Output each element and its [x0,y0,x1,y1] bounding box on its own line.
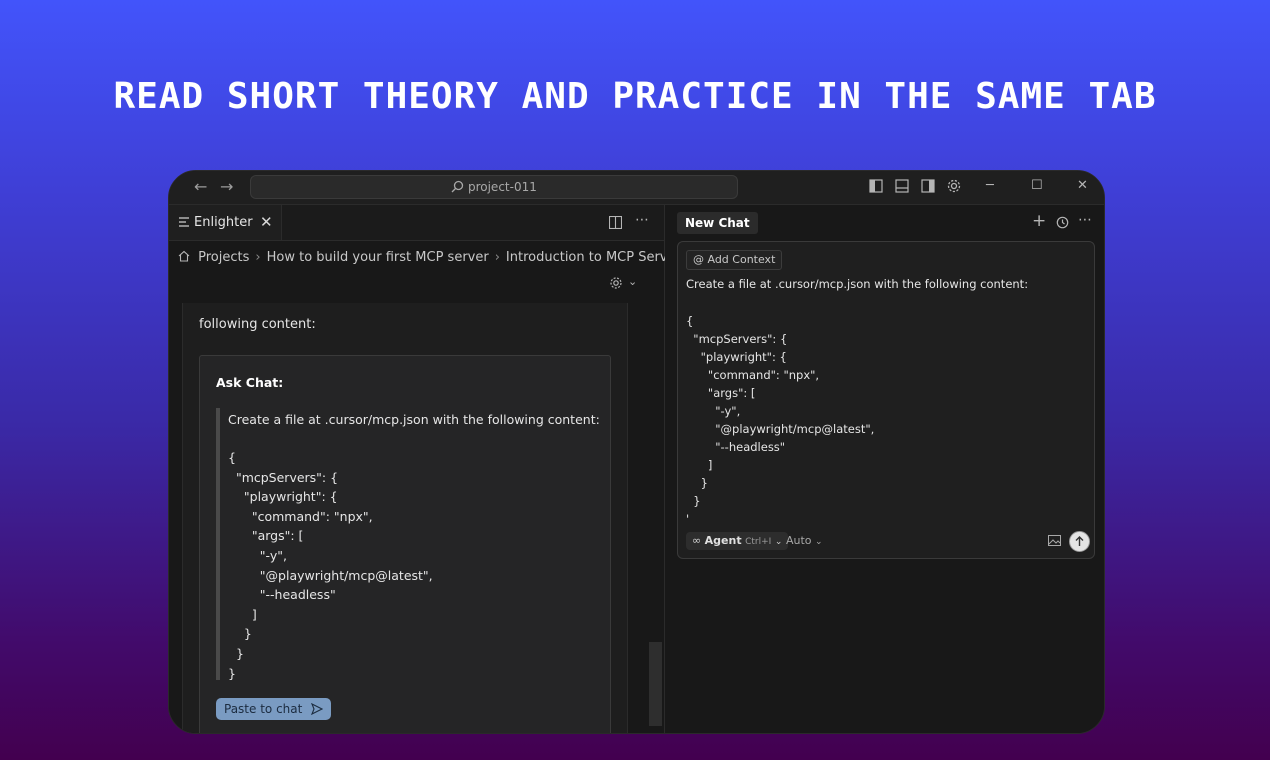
card-title: Ask Chat: [216,375,284,390]
arrow-left-icon[interactable]: ← [194,177,207,196]
chat-code: { "mcpServers": { "playwright": { "comma… [686,314,875,526]
add-context-button[interactable]: @ Add Context [686,250,783,270]
scrollbar[interactable] [649,642,662,726]
breadcrumb: Projects › How to build your first MCP ser… [178,250,688,265]
maximize-icon[interactable]: ☐ [1031,178,1043,193]
quote-bar [216,408,220,680]
paste-to-chat-button[interactable]: Paste to chat [216,698,332,720]
document-view: following content: Ask Chat: Create a fi… [182,303,628,733]
minimize-icon[interactable]: ─ [986,178,994,193]
gear-icon[interactable] [946,178,962,194]
send-icon [311,702,324,716]
chevron-down-icon: ⌄ [774,537,783,547]
more-actions-icon[interactable]: ⋯ [635,212,649,228]
close-window-icon[interactable]: ✕ [1077,178,1088,193]
chat-pane: New Chat + ⋯ @ Add Context Create a file… [665,205,1104,733]
search-text: project-011 [467,180,537,194]
list-icon [179,217,189,227]
agent-shortcut: Ctrl+I [745,537,772,547]
tab-enlighter[interactable]: Enlighter ✕ [169,205,282,240]
chevron-right-icon: › [494,250,500,265]
toggle-primary-sidebar-icon[interactable] [869,179,883,193]
title-bar: ← → project-011 ─ ☐ ✕ [169,171,1104,205]
app-window: ← → project-011 ─ ☐ ✕ Enlighter ✕ ⋯ Proj… [168,170,1105,734]
page-headline: READ SHORT THEORY AND PRACTICE IN THE SA… [113,76,1157,117]
arrow-right-icon[interactable]: → [220,177,233,196]
command-search[interactable]: project-011 [250,175,738,199]
ask-chat-card: Ask Chat: Create a file at .cursor/mcp.j… [199,355,611,733]
tab-label: Enlighter [194,215,253,230]
toggle-secondary-sidebar-icon[interactable] [921,179,935,193]
chat-message: Create a file at .cursor/mcp.json with t… [686,277,1029,291]
more-options-icon[interactable]: ⋯ [1078,212,1092,228]
paste-label: Paste to chat [224,702,303,716]
tab-new-chat[interactable]: New Chat [677,212,758,234]
code-block: { "mcpServers": { "playwright": { "comma… [228,450,433,681]
quote-text: Create a file at .cursor/mcp.json with t… [228,412,600,427]
image-icon[interactable] [1048,535,1061,546]
agent-mode-selector[interactable]: ∞ Agent Ctrl+I ⌄ [686,532,789,550]
breadcrumb-item[interactable]: How to build your first MCP server [267,250,489,265]
infinity-icon: ∞ [692,534,702,547]
send-button[interactable] [1069,531,1090,552]
split-editor-icon[interactable] [609,216,622,229]
toggle-panel-icon[interactable] [895,179,909,193]
chevron-down-icon: ⌄ [815,537,823,547]
model-selector[interactable]: Auto ⌄ [786,534,823,547]
settings-gear-icon[interactable] [609,276,623,290]
history-icon[interactable] [1056,216,1069,229]
breadcrumb-item[interactable]: Projects [198,250,249,265]
breadcrumb-item[interactable]: Introduction to MCP Servers [506,250,688,265]
model-label: Auto [786,534,812,547]
plus-icon[interactable]: + [1032,211,1046,231]
chevron-right-icon: › [255,250,261,265]
arrow-up-icon [1075,536,1084,546]
search-icon [451,180,464,193]
close-tab-icon[interactable]: ✕ [260,213,273,231]
home-icon[interactable] [178,250,190,262]
editor-tab-bar: Enlighter ✕ ⋯ [169,205,664,241]
agent-label: Agent [704,534,742,547]
chevron-down-icon[interactable]: ⌄ [628,275,637,288]
chat-input-box[interactable]: @ Add Context Create a file at .cursor/m… [677,241,1095,559]
left-pane: Enlighter ✕ ⋯ Projects › How to build your… [169,205,688,733]
doc-paragraph: following content: [199,317,316,332]
